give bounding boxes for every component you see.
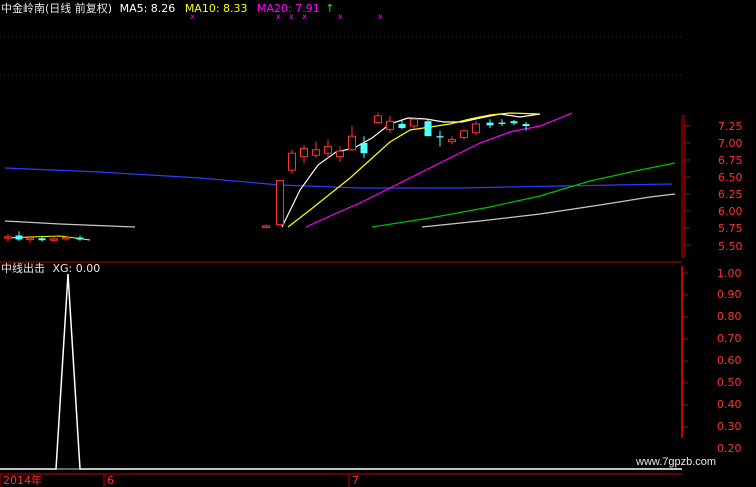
candle-body xyxy=(50,238,58,241)
candle-body xyxy=(398,123,406,129)
time-label-june: 6 xyxy=(107,474,114,487)
svg-text:x: x xyxy=(338,12,343,21)
indicator-tick: 0.20 xyxy=(717,442,742,455)
candle-body xyxy=(300,147,308,158)
ma-gray-line-left xyxy=(4,220,136,228)
candle-body xyxy=(38,238,46,241)
watermark: www.7gpzb.com xyxy=(636,456,717,468)
candle-body xyxy=(448,139,456,143)
candle-body xyxy=(486,122,494,126)
candle-body xyxy=(348,135,356,151)
price-tick: 5.50 xyxy=(718,240,743,253)
candle-body xyxy=(510,121,518,124)
candle-body xyxy=(4,236,12,239)
candle-body xyxy=(324,145,332,154)
price-tick: 6.00 xyxy=(718,205,743,218)
candle-body xyxy=(76,237,84,240)
up-arrow-icon: ↑ xyxy=(325,2,335,15)
candle-body xyxy=(288,152,296,171)
price-tick: 6.25 xyxy=(718,188,743,201)
indicator-tick: 0.90 xyxy=(717,288,742,301)
indicator-value: XG: 0.00 xyxy=(52,262,101,275)
candle-body xyxy=(62,237,70,240)
indicator-tick: 0.40 xyxy=(717,398,742,411)
candle-body xyxy=(26,237,34,241)
candle-body xyxy=(498,122,506,124)
time-label-year: 2014年 xyxy=(3,473,42,487)
price-tick-marks xyxy=(684,125,690,246)
stock-chart[interactable]: 7.25 7.00 6.75 6.50 6.25 6.00 5.75 5.50 … xyxy=(0,0,756,487)
indicator-tick: 0.30 xyxy=(717,420,742,433)
price-tick: 7.00 xyxy=(718,137,743,150)
chart-header: 中金岭南(日线 前复权) MA5: 8.26 MA10: 8.33 MA20: … xyxy=(1,2,334,15)
price-tick: 6.75 xyxy=(718,154,743,167)
indicator-tick: 0.50 xyxy=(717,376,742,389)
ma-green-line xyxy=(371,162,676,228)
candle-body xyxy=(472,123,480,134)
price-tick: 6.50 xyxy=(718,171,743,184)
period-label: (日线 前复权) xyxy=(45,2,113,15)
ma10-line xyxy=(287,112,541,228)
ma-gray-line xyxy=(421,193,676,228)
candle-body xyxy=(262,225,270,228)
price-tick: 5.75 xyxy=(718,222,743,235)
ma-blue-line xyxy=(4,167,673,189)
candle-body xyxy=(460,130,468,139)
indicator-tick: 0.80 xyxy=(717,310,742,323)
candle-body xyxy=(424,121,432,137)
time-label-july: 7 xyxy=(352,474,359,487)
ma20-label: MA20: 7.91 xyxy=(257,2,320,15)
svg-text:x: x xyxy=(378,12,383,21)
price-tick: 7.25 xyxy=(718,120,743,133)
candlestick-series xyxy=(4,112,530,243)
candle-body xyxy=(15,235,23,240)
indicator-tick: 0.70 xyxy=(717,332,742,345)
xg-signal-line xyxy=(0,273,682,470)
candle-body xyxy=(336,150,344,158)
candle-body xyxy=(312,149,320,156)
indicator-header: 中线出击 XG: 0.00 xyxy=(1,262,100,275)
ma5-label: MA5: 8.26 xyxy=(119,2,176,15)
indicator-title: 中线出击 xyxy=(1,262,45,275)
stock-name: 中金岭南 xyxy=(1,2,45,15)
indicator-tick: 0.60 xyxy=(717,354,742,367)
indicator-axis: 1.00 0.90 0.80 0.70 0.60 0.50 0.40 0.30 … xyxy=(717,267,742,455)
candle-body xyxy=(436,136,444,138)
ma20-line xyxy=(305,112,573,228)
candle-body xyxy=(276,179,284,226)
candle-body xyxy=(522,123,530,126)
ma10-label: MA10: 8.33 xyxy=(184,2,248,15)
candle-body xyxy=(410,118,418,127)
price-axis: 7.25 7.00 6.75 6.50 6.25 6.00 5.75 5.50 xyxy=(718,120,743,253)
candle-body xyxy=(374,115,382,124)
candle-body xyxy=(360,143,368,154)
candle-body xyxy=(386,120,394,130)
indicator-tick: 1.00 xyxy=(717,267,742,280)
ma5-line xyxy=(281,113,541,228)
